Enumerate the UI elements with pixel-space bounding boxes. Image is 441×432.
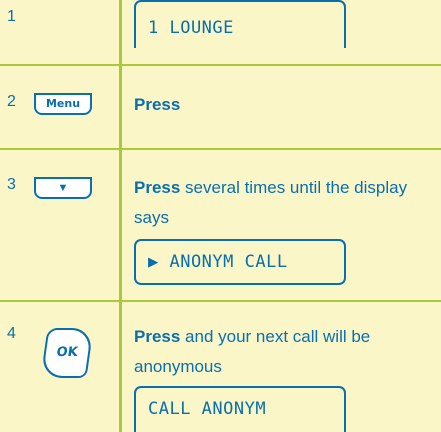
row-divider-1 — [0, 64, 441, 66]
menu-key-icon: Menu — [34, 93, 92, 115]
step-3-display: ▶ ANONYM CALL — [134, 239, 346, 285]
step-4-number: 4 — [7, 325, 16, 342]
step-4-instruction: Press and your next call will be anonymo… — [134, 322, 434, 382]
menu-key-label: Menu — [45, 97, 81, 110]
row-divider-3 — [0, 300, 441, 302]
down-arrow-glyph: ▼ — [57, 182, 69, 194]
step-3-number: 3 — [7, 176, 16, 193]
step-1-number: 1 — [7, 8, 16, 25]
down-arrow-key-icon: ▼ — [34, 177, 92, 199]
step-3-instruction: Press several times until the display sa… — [134, 173, 434, 233]
step-4-display: CALL ANONYM — [134, 386, 346, 432]
step-3-bold: Press — [134, 178, 181, 197]
step-4-bold: Press — [134, 327, 181, 346]
ok-key-icon: OK — [40, 328, 94, 378]
row-divider-2 — [0, 148, 441, 150]
step-2-instruction: Press — [134, 90, 434, 120]
step-1-display: 1 LOUNGE — [134, 0, 346, 48]
ok-key-label: OK — [55, 345, 79, 360]
step-2-bold: Press — [134, 95, 181, 114]
step-2-number: 2 — [7, 93, 16, 110]
